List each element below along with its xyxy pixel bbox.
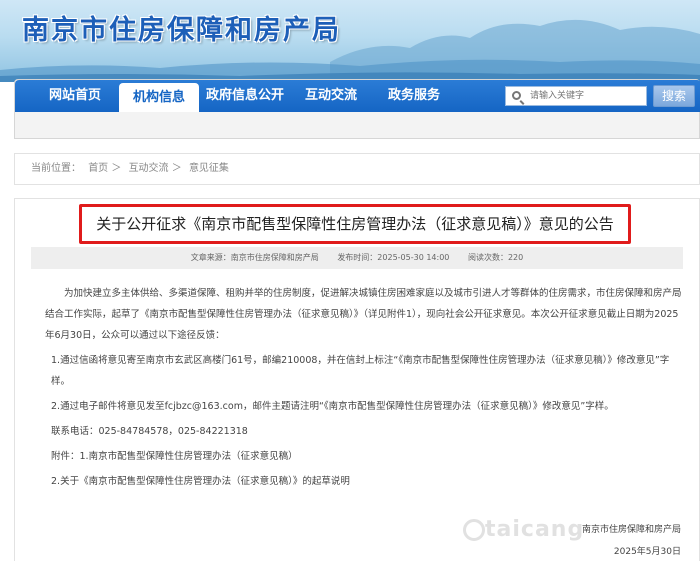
search-field[interactable] [505,86,647,106]
nav-item-gov-info[interactable]: 政府信息公开 [199,80,291,112]
attachment-2-link[interactable]: 2.关于《南京市配售型保障性住房管理办法（征求意见稿）》的起草说明 [51,476,350,487]
search-button[interactable]: 搜索 [653,85,695,107]
breadcrumb-prefix: 当前位置： [31,163,81,174]
nav-item-organization[interactable]: 机构信息 [119,83,199,112]
article-meta: 文章来源：南京市住房保障和房产局 发布时间：2025-05-30 14:00 阅… [31,247,683,269]
nav-item-interaction[interactable]: 互动交流 [291,80,371,112]
signature-date: 2025年5月30日 [613,547,681,557]
watermark-text: taicang [485,517,585,542]
site-title[interactable]: 南京市住房保障和房产局 [22,8,341,47]
nav-item-services[interactable]: 政务服务 [371,80,457,112]
search-input[interactable] [530,88,644,104]
article-published: 发布时间：2025-05-30 14:00 [337,253,450,262]
breadcrumb-separator: ＞ [171,163,182,174]
nav-container: 网站首页 机构信息 政府信息公开 互动交流 政务服务 搜索 [14,79,700,139]
attachment-1[interactable]: 附件：1.南京市配售型保障性住房管理办法（征求意见稿） [45,446,685,467]
nav-item-home[interactable]: 网站首页 [33,80,117,112]
article-body: 为加快建立多主体供给、多渠道保障、租购并举的住房制度，促进解决城镇住房困难家庭以… [45,283,685,492]
article-intro: 为加快建立多主体供给、多渠道保障、租购并举的住房制度，促进解决城镇住房困难家庭以… [45,288,682,341]
main-nav: 网站首页 机构信息 政府信息公开 互动交流 政务服务 搜索 [15,80,700,112]
header-banner: 南京市住房保障和房产局 [0,0,700,82]
contact-phone: 联系电话：025-84784578，025-84221318 [51,426,248,437]
breadcrumb-home[interactable]: 首页 [88,163,108,174]
article-signature: 南京市住房保障和房产局 2025年5月30日 [582,519,681,563]
breadcrumb: 当前位置： 首页 ＞ 互动交流 ＞ 意见征集 [14,153,700,185]
breadcrumb-separator: ＞ [111,163,122,174]
search-icon [512,91,521,100]
article-title: 关于公开征求《南京市配售型保障性住房管理办法（征求意见稿）》意见的公告 [96,215,614,233]
attachment-1-link[interactable]: 附件：1.南京市配售型保障性住房管理办法（征求意见稿） [51,451,298,462]
article: 关于公开征求《南京市配售型保障性住房管理办法（征求意见稿）》意见的公告 文章来源… [14,198,700,561]
breadcrumb-consultation[interactable]: 意见征集 [189,163,229,174]
signature-org: 南京市住房保障和房产局 [581,525,681,535]
feedback-item-mail: 1.通过信函将意见寄至南京市玄武区高楼门61号，邮编210008，并在信封上标注… [51,355,670,387]
article-views: 阅读次数：220 [467,253,524,262]
attachment-2[interactable]: 2.关于《南京市配售型保障性住房管理办法（征求意见稿）》的起草说明 [45,471,685,492]
article-source: 文章来源：南京市住房保障和房产局 [190,253,319,262]
feedback-item-email: 2.通过电子邮件将意见发至fcjbzc@163.com，邮件主题请注明“《南京市… [51,401,614,412]
title-highlight-box: 关于公开征求《南京市配售型保障性住房管理办法（征求意见稿）》意见的公告 [79,204,631,244]
watermark-logo-icon [463,519,485,541]
breadcrumb-interaction[interactable]: 互动交流 [129,163,169,174]
